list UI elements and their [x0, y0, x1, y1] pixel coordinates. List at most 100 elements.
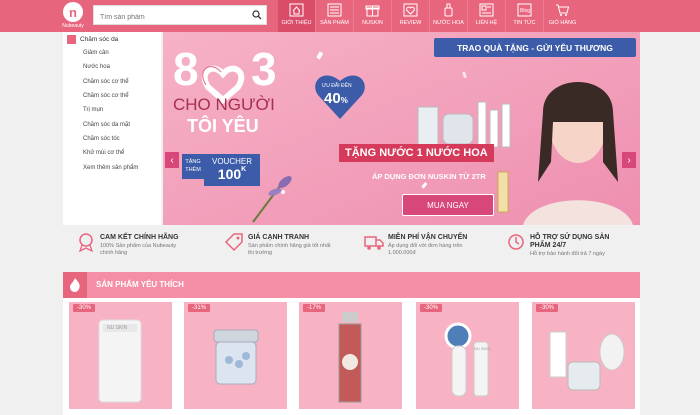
product-card[interactable]: -30% NU SKIN [416, 302, 519, 409]
banner-big-8: 8 [173, 43, 199, 95]
nav-san-pham[interactable]: SẢN PHẨM [315, 0, 353, 32]
benefit-desc-line1: Sản phẩm chính hãng giá tốt nhất [248, 243, 331, 249]
benefit-desc: Áp dụng đối với đơn hàng trên 1.000.000đ [388, 243, 467, 257]
nav-nuskin[interactable]: NUSKIN [353, 0, 391, 32]
nav-label: TIN TỨC [513, 20, 536, 26]
benefit-desc-line1: Áp dụng đối với đơn hàng trên [388, 243, 463, 249]
nav-label: LIÊN HỆ [475, 20, 498, 26]
medal-icon [78, 233, 94, 252]
benefit-text: MIỄN PHÍ VẬN CHUYỂN Áp dụng đối với đơn … [388, 232, 467, 268]
benefit-desc: Sản phẩm chính hãng giá tốt nhất thị trườ… [248, 243, 331, 257]
sidebar-item[interactable]: Trị mụn [63, 103, 161, 117]
sidebar-item[interactable]: Chăm sóc cơ thể [63, 75, 161, 89]
benefit-desc: 100% Sản phẩm của Nubeauty chính hãng [100, 243, 179, 257]
benefit-price: GIÁ CẠNH TRANH Sản phẩm chính hãng giá t… [224, 232, 331, 268]
gift-text: TẶNG NƯỚC 1 NƯỚC HOA [339, 144, 494, 162]
voucher-unit: K [241, 166, 247, 173]
flame-icon [63, 272, 87, 298]
search-box [93, 5, 267, 27]
promo-banner[interactable]: 8 3 CHO NGƯỜI TÔI YÊU TẶNG THÊM VOUCHER … [163, 32, 640, 225]
heart-badge-small: ƯU ĐÃI ĐẾN [322, 83, 352, 89]
banner-line2: TÔI YÊU [187, 116, 259, 136]
heart-badge-unit: % [340, 96, 348, 105]
news-icon: Blog [517, 3, 532, 17]
buy-now-button[interactable]: MUA NGAY [402, 194, 494, 216]
nav-nuoc-hoa[interactable]: NƯỚC HOA [429, 0, 467, 32]
benefit-shipping: MIỄN PHÍ VẬN CHUYỂN Áp dụng đối với đơn … [364, 232, 467, 268]
favorites-header: SẢN PHẨM YÊU THÍCH [63, 272, 640, 298]
benefit-text: GIÁ CẠNH TRANH Sản phẩm chính hãng giá t… [248, 232, 331, 268]
voucher-tag: TẶNG THÊM [182, 154, 204, 179]
benefit-desc-line1: 100% Sản phẩm của Nubeauty [100, 243, 177, 249]
benefits-row: CAM KẾT CHÍNH HÃNG 100% Sản phẩm của Nub… [0, 232, 700, 268]
nav-review[interactable]: REVIEW [391, 0, 429, 32]
gift-icon [365, 5, 380, 17]
nav-gioi-thieu[interactable]: GIỚI THIỆU [277, 0, 315, 32]
top-header: n Nubeauty GIỚI THIỆU SẢN PHẨM NUSKIN RE… [0, 0, 700, 32]
price-tag-icon [224, 233, 243, 252]
benefit-text: CAM KẾT CHÍNH HÃNG 100% Sản phẩm của Nub… [100, 232, 179, 268]
sidebar-item[interactable]: Chăm sóc cơ thể [63, 89, 161, 103]
voucher-tag-bottom: THÊM [185, 167, 201, 173]
nav-lien-he[interactable]: LIÊN HỆ [467, 0, 505, 32]
benefit-title: MIỄN PHÍ VẬN CHUYỂN [388, 234, 468, 241]
truck-icon [364, 236, 384, 250]
support-icon [508, 234, 524, 250]
product-image [444, 322, 489, 397]
benefit-desc-line2: chính hãng [100, 250, 128, 256]
search-icon [252, 10, 262, 20]
banner-line1: CHO NGƯỜI [173, 95, 275, 114]
search-button[interactable] [248, 6, 266, 24]
nav-gio-hang[interactable]: GIỎ HÀNG [543, 0, 581, 32]
product-image [338, 312, 362, 403]
nav-label: NƯỚC HOA [433, 20, 464, 26]
voucher-label: VOUCHER [211, 157, 252, 166]
brand-logo[interactable]: n Nubeauty [58, 2, 88, 30]
category-icon [67, 34, 76, 44]
sidebar-item[interactable]: Chăm sóc tóc [63, 132, 161, 146]
nav-label: REVIEW [399, 20, 422, 26]
benefit-support: HỖ TRỢ SỬ DỤNG SẢN PHẨM 24/7 Hỗ trợ bảo … [506, 232, 609, 268]
nav-label: GIỎ HÀNG [548, 20, 577, 26]
sidebar-item[interactable]: Khử mùi cơ thể [63, 146, 161, 160]
main-nav: GIỚI THIỆU SẢN PHẨM NUSKIN REVIEW NƯỚC H… [277, 0, 581, 32]
benefit-title: GIÁ CẠNH TRANH [248, 234, 310, 241]
category-sidebar: Chăm sóc da Giảm cân Nước hoa Chăm sóc c… [63, 32, 161, 225]
heart-icon [403, 3, 418, 17]
product-image [98, 319, 142, 403]
nav-label: GIỚI THIỆU [281, 20, 312, 26]
grid-icon [327, 3, 342, 17]
heart-badge-value: 40 [324, 90, 341, 107]
perfume-icon [444, 3, 453, 17]
product-card[interactable]: -30% [532, 302, 635, 409]
ribbon-text: TRAO QUÀ TẶNG - GỬI YÊU THƯƠNG [434, 38, 636, 57]
search-input[interactable] [94, 8, 244, 27]
contact-icon [479, 3, 494, 17]
sidebar-item[interactable]: Giảm cân [63, 46, 161, 60]
benefit-desc-line2: thị trường [248, 250, 273, 256]
voucher-value: 100 [217, 166, 242, 182]
product-card[interactable]: -30% NU SKIN [69, 302, 172, 409]
banner-next-arrow[interactable]: › [622, 152, 636, 168]
benefit-authentic: CAM KẾT CHÍNH HÃNG 100% Sản phẩm của Nub… [76, 232, 179, 268]
product-image [213, 329, 259, 385]
apply-text: ÁP DỤNG ĐƠN NUSKIN TỪ 2TR [372, 172, 486, 181]
banner-big-3: 3 [251, 43, 277, 95]
sidebar-item[interactable]: Chăm sóc da mặt [63, 117, 161, 131]
product-brand: NU SKIN [107, 325, 128, 331]
product-card[interactable]: -31% [184, 302, 287, 409]
sidebar-item[interactable]: Nước hoa [63, 60, 161, 74]
svg-text:Blog: Blog [520, 8, 530, 14]
benefit-text: HỖ TRỢ SỬ DỤNG SẢN PHẨM 24/7 Hỗ trợ bảo … [530, 232, 609, 268]
sidebar-item-cham-soc-da[interactable]: Chăm sóc da [63, 32, 161, 46]
heart-badge-big: 40% [324, 90, 348, 107]
benefit-desc-line2: 1.000.000đ [388, 250, 416, 256]
sidebar-item[interactable]: Xem thêm sản phẩm [63, 160, 161, 174]
product-card[interactable]: -17% [299, 302, 402, 409]
voucher-tag-top: TẶNG [185, 159, 201, 165]
nav-tin-tuc[interactable]: Blog TIN TỨC [505, 0, 543, 32]
benefit-title: HỖ TRỢ SỬ DỤNG SẢN [530, 234, 610, 241]
sidebar-item-label: Chăm sóc da [80, 35, 119, 43]
logo-name: Nubeauty [62, 23, 84, 29]
banner-prev-arrow[interactable]: ‹ [165, 152, 179, 168]
